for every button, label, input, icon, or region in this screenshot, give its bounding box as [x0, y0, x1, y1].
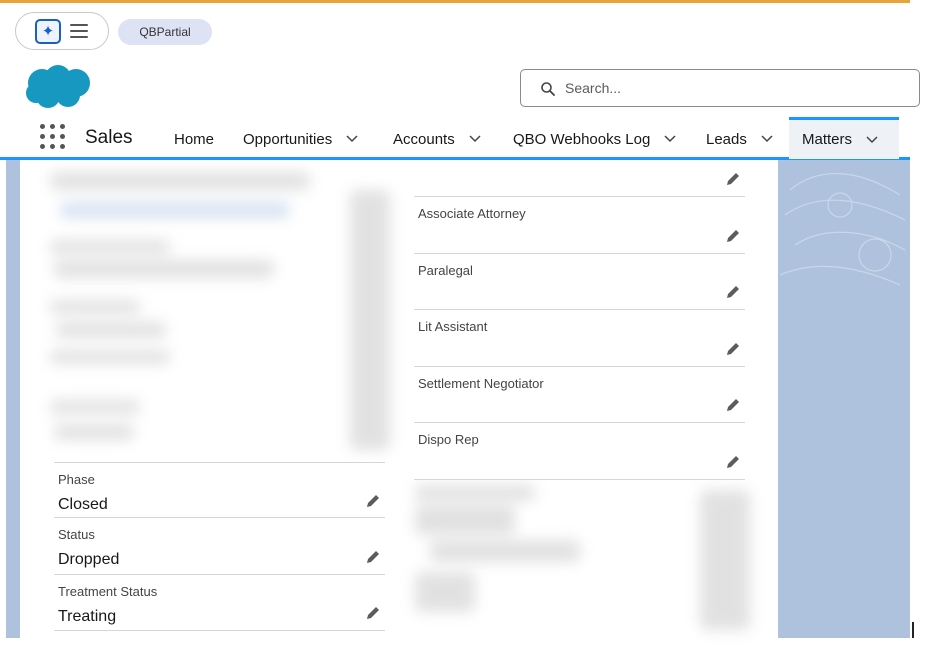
field-value: Dropped	[58, 551, 120, 568]
field-label: Treatment Status	[58, 584, 158, 599]
chevron-down-icon[interactable]	[866, 135, 878, 144]
org-badge: QBPartial	[118, 19, 212, 45]
nav-item-leads[interactable]: Leads	[706, 118, 773, 160]
search-icon	[541, 82, 555, 96]
redacted-content	[54, 424, 134, 440]
field-lit-assistant: Lit Assistant	[414, 310, 745, 367]
pencil-edit-icon[interactable]	[725, 228, 741, 244]
nav-item-label: QBO Webhooks Log	[513, 130, 651, 148]
field-status: Status Dropped	[54, 518, 385, 575]
app-launcher-icon[interactable]	[40, 124, 66, 150]
redacted-content	[50, 240, 170, 254]
field-dispo-rep: Dispo Rep	[414, 423, 745, 480]
redacted-content	[350, 190, 390, 450]
field-label: Status	[58, 527, 95, 542]
field-associate-attorney: Associate Attorney	[414, 197, 745, 254]
field-phase: Phase Closed	[54, 462, 385, 518]
redacted-content	[60, 202, 290, 218]
field-label: Lit Assistant	[418, 319, 488, 334]
chevron-down-icon[interactable]	[761, 135, 773, 143]
global-header	[0, 58, 920, 118]
nav-item-label: Leads	[706, 130, 747, 148]
utility-bar: ✦ QBPartial	[0, 3, 910, 58]
pencil-edit-icon[interactable]	[365, 605, 381, 621]
nav-item-matters[interactable]: Matters	[789, 117, 899, 159]
nav-item-home[interactable]: Home	[174, 118, 214, 160]
nav-item-label: Home	[174, 130, 215, 148]
nav-item-qbo-webhooks-log[interactable]: QBO Webhooks Log	[513, 118, 676, 160]
field-paralegal: Paralegal	[414, 254, 745, 310]
field-partial-top	[414, 160, 745, 197]
pencil-edit-icon[interactable]	[365, 549, 381, 565]
nav-item-label: Matters	[802, 131, 853, 148]
field-value: Closed	[58, 496, 108, 513]
pencil-edit-icon[interactable]	[725, 341, 741, 357]
app-name: Sales	[85, 127, 133, 148]
chevron-down-icon[interactable]	[469, 135, 481, 143]
pencil-edit-icon[interactable]	[725, 171, 741, 187]
field-label: Dispo Rep	[418, 432, 479, 447]
background-pattern	[780, 173, 906, 286]
redacted-content	[50, 300, 140, 314]
field-value: Treating	[58, 608, 117, 625]
nav-item-accounts[interactable]: Accounts	[393, 118, 481, 160]
redacted-content	[50, 172, 310, 190]
field-label: Settlement Negotiator	[418, 376, 544, 391]
field-settlement-negotiator: Settlement Negotiator	[414, 367, 745, 423]
pencil-edit-icon[interactable]	[725, 284, 741, 300]
redacted-content	[415, 572, 475, 612]
redacted-content	[415, 485, 535, 501]
nav-item-opportunities[interactable]: Opportunities	[243, 118, 358, 160]
redacted-content	[50, 350, 170, 364]
navigation-bar: Sales Home Opportunities Accounts QBO We…	[0, 117, 910, 160]
redacted-content	[430, 540, 580, 562]
chevron-down-icon[interactable]	[664, 135, 676, 143]
field-label: Associate Attorney	[418, 206, 526, 221]
redacted-content	[50, 400, 140, 414]
pencil-edit-icon[interactable]	[365, 493, 381, 509]
hamburger-menu-icon[interactable]	[70, 24, 88, 38]
field-treatment-status: Treatment Status Treating	[54, 575, 385, 631]
redacted-content	[415, 505, 515, 535]
field-label: Phase	[58, 472, 95, 487]
nav-item-label: Accounts	[393, 130, 455, 148]
text-cursor	[912, 622, 914, 638]
assistant-menu-pill[interactable]: ✦	[15, 12, 109, 50]
field-label: Paralegal	[418, 263, 473, 278]
redacted-content	[700, 490, 750, 630]
pencil-edit-icon[interactable]	[725, 397, 741, 413]
search-input[interactable]	[565, 78, 895, 98]
pencil-edit-icon[interactable]	[725, 454, 741, 470]
salesforce-cloud-logo[interactable]	[24, 63, 94, 111]
redacted-content	[56, 322, 166, 338]
agentforce-icon[interactable]: ✦	[35, 19, 61, 44]
nav-item-label: Opportunities	[243, 130, 333, 148]
redacted-content	[54, 260, 274, 278]
chevron-down-icon[interactable]	[346, 135, 358, 143]
global-search[interactable]	[520, 69, 920, 107]
